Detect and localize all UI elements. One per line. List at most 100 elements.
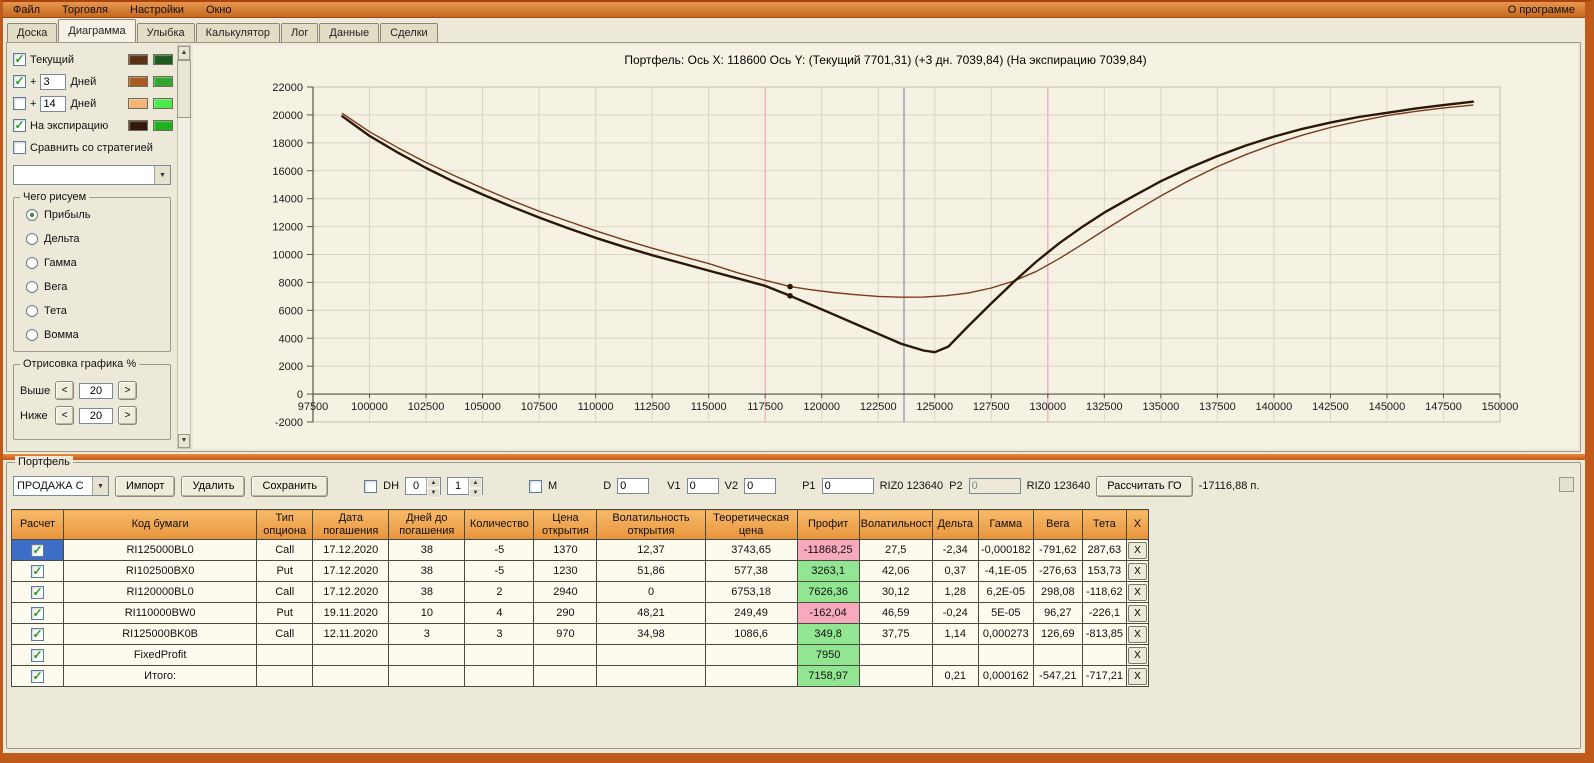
v1-input[interactable] (686, 478, 719, 494)
calc-checkbox-cell[interactable]: ✓ (10, 539, 65, 561)
column-header[interactable]: Код бумаги (63, 509, 258, 540)
plus14-fill-color-swatch[interactable] (153, 98, 173, 109)
draw-option[interactable]: Вега (26, 280, 164, 293)
menu-settings[interactable]: Настройки (130, 4, 184, 16)
plus3-line-color-swatch[interactable] (128, 76, 148, 87)
below-increase-button[interactable]: > (118, 406, 137, 425)
chevron-down-icon[interactable]: ▼ (92, 477, 108, 495)
p1-input[interactable] (821, 478, 874, 494)
calc-checkbox-cell[interactable]: ✓ (10, 560, 65, 582)
current-checkbox[interactable]: ✓ (13, 53, 26, 66)
menu-trading[interactable]: Торговля (62, 4, 108, 16)
row-checkbox[interactable]: ✓ (31, 648, 45, 662)
tab-item[interactable]: Улыбка (136, 23, 195, 42)
column-header[interactable]: Гамма (977, 509, 1034, 540)
dh-spinner-2[interactable]: 1 ▲ ▼ (447, 477, 484, 498)
tab-item[interactable]: Диаграмма (58, 19, 136, 42)
spin-up-icon[interactable]: ▲ (427, 478, 441, 488)
scroll-down-icon[interactable]: ▼ (178, 434, 190, 448)
row-checkbox[interactable]: ✓ (31, 564, 45, 578)
scroll-track[interactable] (177, 60, 191, 434)
above-decrease-button[interactable]: < (55, 381, 74, 400)
current-line-color-swatch[interactable] (128, 54, 148, 65)
import-button[interactable]: Импорт (115, 475, 176, 497)
spin-up-icon[interactable]: ▲ (469, 478, 483, 488)
draw-option[interactable]: Вомма (26, 328, 164, 341)
panel-collapse-button[interactable] (1559, 477, 1574, 492)
v2-input[interactable] (744, 478, 777, 494)
column-header[interactable]: Волатильность открытия (596, 509, 706, 540)
column-header[interactable]: Волатильность (858, 509, 933, 540)
column-header[interactable]: Теоретическая цена (704, 509, 798, 540)
tab-item[interactable]: Данные (319, 23, 380, 42)
calc-checkbox-cell[interactable]: ✓ (10, 623, 65, 645)
plus14-line-color-swatch[interactable] (128, 98, 148, 109)
calc-checkbox-cell[interactable]: ✓ (10, 644, 65, 666)
plus14-days-input[interactable] (40, 95, 67, 112)
draw-option[interactable]: Дельта (26, 232, 164, 245)
calc-go-button[interactable]: Рассчитать ГО (1096, 475, 1193, 497)
delete-row-button[interactable]: X (1127, 667, 1147, 685)
above-percent-input[interactable] (79, 382, 113, 399)
calc-checkbox-cell[interactable]: ✓ (10, 602, 65, 624)
menu-file[interactable]: Файл (13, 4, 40, 16)
row-checkbox[interactable]: ✓ (31, 627, 45, 641)
column-header[interactable]: Профит (796, 509, 860, 540)
compare-strategy-checkbox[interactable] (13, 141, 26, 154)
current-fill-color-swatch[interactable] (153, 54, 173, 65)
panel-scrollbar[interactable]: ▲ ▼ (177, 45, 191, 449)
dh-spinner-1[interactable]: 0 ▲ ▼ (405, 477, 442, 498)
row-checkbox[interactable]: ✓ (31, 585, 45, 599)
tab-item[interactable]: Лог (281, 23, 319, 42)
save-button[interactable]: Сохранить (251, 475, 329, 497)
plus14-checkbox[interactable] (13, 97, 26, 110)
row-checkbox[interactable]: ✓ (31, 669, 45, 683)
delete-button[interactable]: Удалить (181, 475, 246, 497)
expiration-checkbox[interactable]: ✓ (13, 119, 26, 132)
strategy-combobox[interactable]: ПРОДАЖА С ▼ (13, 476, 109, 496)
calc-checkbox-cell[interactable]: ✓ (10, 665, 65, 687)
menu-about[interactable]: О программе (1508, 4, 1575, 16)
expiration-fill-color-swatch[interactable] (153, 120, 173, 131)
spin-down-icon[interactable]: ▼ (469, 488, 483, 498)
draw-option[interactable]: Прибыль (26, 208, 164, 221)
scroll-thumb[interactable] (177, 60, 191, 118)
strategy-compare-select[interactable]: ▼ (13, 165, 171, 185)
plus3-days-input[interactable] (40, 73, 67, 90)
tab-item[interactable]: Калькулятор (195, 23, 281, 42)
below-percent-input[interactable] (79, 407, 113, 424)
column-header[interactable]: Дата погашения (312, 509, 390, 540)
column-header[interactable]: Вега (1032, 509, 1083, 540)
plus3-checkbox[interactable]: ✓ (13, 75, 26, 88)
draw-option[interactable]: Тета (26, 304, 164, 317)
dh-checkbox[interactable] (364, 479, 378, 493)
column-header[interactable]: Тип опциона (256, 509, 314, 540)
column-header[interactable]: Цена открытия (533, 509, 598, 540)
column-header[interactable]: Дней до погашения (388, 509, 466, 540)
delete-row-button[interactable]: X (1127, 646, 1147, 664)
calc-checkbox-cell[interactable]: ✓ (10, 581, 65, 603)
scroll-up-icon[interactable]: ▲ (178, 46, 190, 60)
plus3-fill-color-swatch[interactable] (153, 76, 173, 87)
delete-row-button[interactable]: X (1127, 562, 1147, 580)
column-header[interactable]: Тета (1081, 509, 1127, 540)
d-input[interactable] (617, 478, 650, 494)
delete-row-button[interactable]: X (1127, 604, 1147, 622)
below-decrease-button[interactable]: < (55, 406, 74, 425)
menu-window[interactable]: Окно (206, 4, 232, 16)
horizontal-splitter[interactable] (3, 454, 1585, 460)
delete-row-button[interactable]: X (1127, 541, 1147, 559)
delete-row-button[interactable]: X (1127, 583, 1147, 601)
payoff-chart[interactable]: -2000 0 2000 4000 6000 8000 10000 12000 14000 160… (193, 71, 1578, 449)
draw-option[interactable]: Гамма (26, 256, 164, 269)
tab-item[interactable]: Доска (7, 23, 58, 42)
row-checkbox[interactable]: ✓ (31, 543, 45, 557)
delete-row-button[interactable]: X (1127, 625, 1147, 643)
column-header[interactable]: Количество (464, 509, 535, 540)
column-header[interactable]: Дельта (931, 509, 979, 540)
spin-down-icon[interactable]: ▼ (427, 488, 441, 498)
m-checkbox[interactable] (529, 479, 543, 493)
chevron-down-icon[interactable]: ▼ (154, 166, 170, 184)
row-checkbox[interactable]: ✓ (31, 606, 45, 620)
above-increase-button[interactable]: > (118, 381, 137, 400)
